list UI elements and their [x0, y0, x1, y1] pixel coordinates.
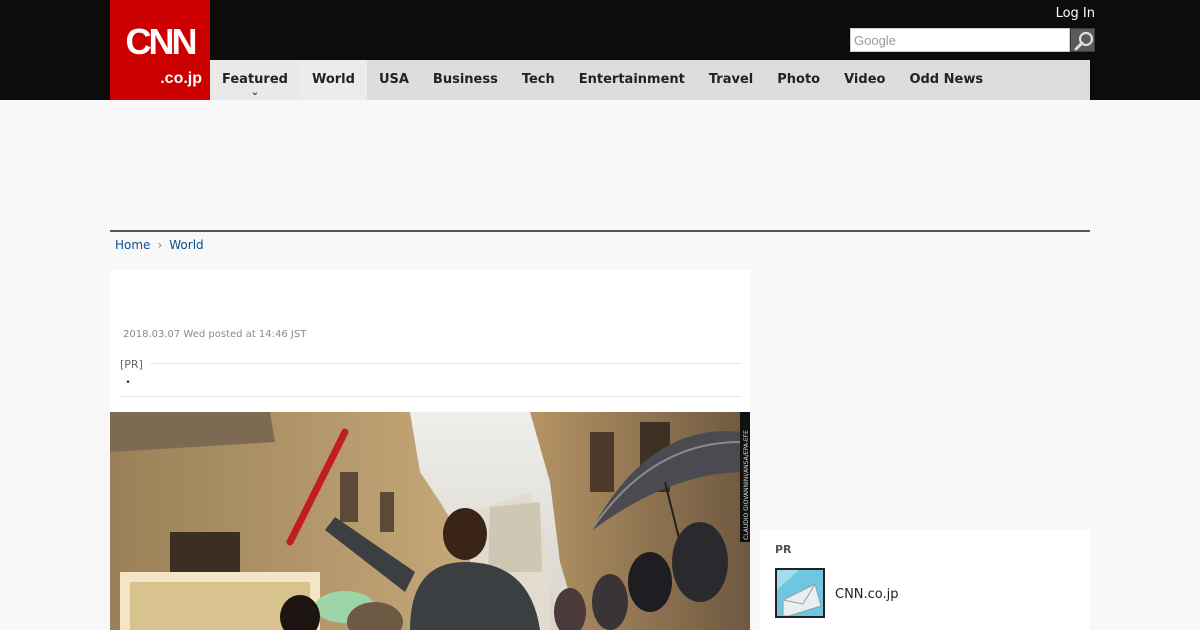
article-card: 2018.03.07 Wed posted at 14:46 JST [PR] …: [110, 270, 750, 630]
section-divider: [110, 230, 1090, 232]
nav-item-label: Video: [844, 72, 886, 87]
nav-item-travel[interactable]: Travel: [697, 60, 765, 100]
logo-sub-text: .co.jp: [160, 70, 202, 87]
article-photo: CLAUDIO GIOVANNINI/ANSA/EPA-EFE: [110, 412, 750, 630]
nav-item-usa[interactable]: USA: [367, 60, 421, 100]
nav-item-odd-news[interactable]: Odd News: [897, 60, 995, 100]
breadcrumb-world[interactable]: World: [169, 238, 203, 252]
nav-item-label: Entertainment: [578, 72, 685, 87]
breadcrumb-home[interactable]: Home: [115, 238, 150, 252]
nav-item-label: Featured: [222, 72, 288, 87]
pr-text-link[interactable]: ・: [122, 373, 134, 390]
login-link[interactable]: Log In: [1056, 6, 1095, 21]
divider: [120, 396, 740, 397]
main-nav: Featured ⌄ World USA Business Tech Enter…: [210, 60, 1090, 100]
breadcrumb: Home › World: [115, 238, 204, 252]
nav-item-world[interactable]: World: [299, 60, 367, 100]
pr-box-title: PR: [775, 543, 792, 556]
article-timestamp: 2018.03.07 Wed posted at 14:46 JST: [123, 329, 307, 340]
pr-item-link[interactable]: CNN.co.jp: [835, 587, 899, 602]
chevron-down-icon: ⌄: [250, 87, 260, 98]
nav-item-label: Photo: [777, 72, 821, 87]
search-button[interactable]: [1070, 28, 1095, 52]
pr-label: [PR]: [120, 358, 143, 371]
nav-item-label: USA: [378, 72, 409, 87]
envelope-icon[interactable]: [775, 568, 825, 618]
nav-item-label: Travel: [708, 72, 754, 87]
divider: [150, 363, 740, 364]
nav-item-tech[interactable]: Tech: [510, 60, 567, 100]
nav-item-video[interactable]: Video: [832, 60, 897, 100]
nav-item-entertainment[interactable]: Entertainment: [567, 60, 697, 100]
search-input[interactable]: [850, 28, 1070, 52]
nav-item-photo[interactable]: Photo: [765, 60, 832, 100]
nav-item-label: Business: [432, 72, 498, 87]
chevron-right-icon: ›: [157, 238, 163, 252]
nav-item-featured[interactable]: Featured ⌄: [210, 60, 300, 100]
magnifier-icon: [1074, 31, 1094, 51]
photo-credit: CLAUDIO GIOVANNINI/ANSA/EPA-EFE: [743, 430, 750, 540]
nav-item-label: Odd News: [909, 72, 984, 87]
nav-item-label: Tech: [521, 72, 555, 87]
cnn-logo[interactable]: CNN .co.jp: [110, 0, 210, 100]
logo-main-text: CNN: [125, 21, 198, 62]
nav-item-label: World: [311, 72, 355, 87]
sidebar-pr-box: PR CNN.co.jp: [760, 530, 1090, 630]
nav-item-business[interactable]: Business: [421, 60, 510, 100]
